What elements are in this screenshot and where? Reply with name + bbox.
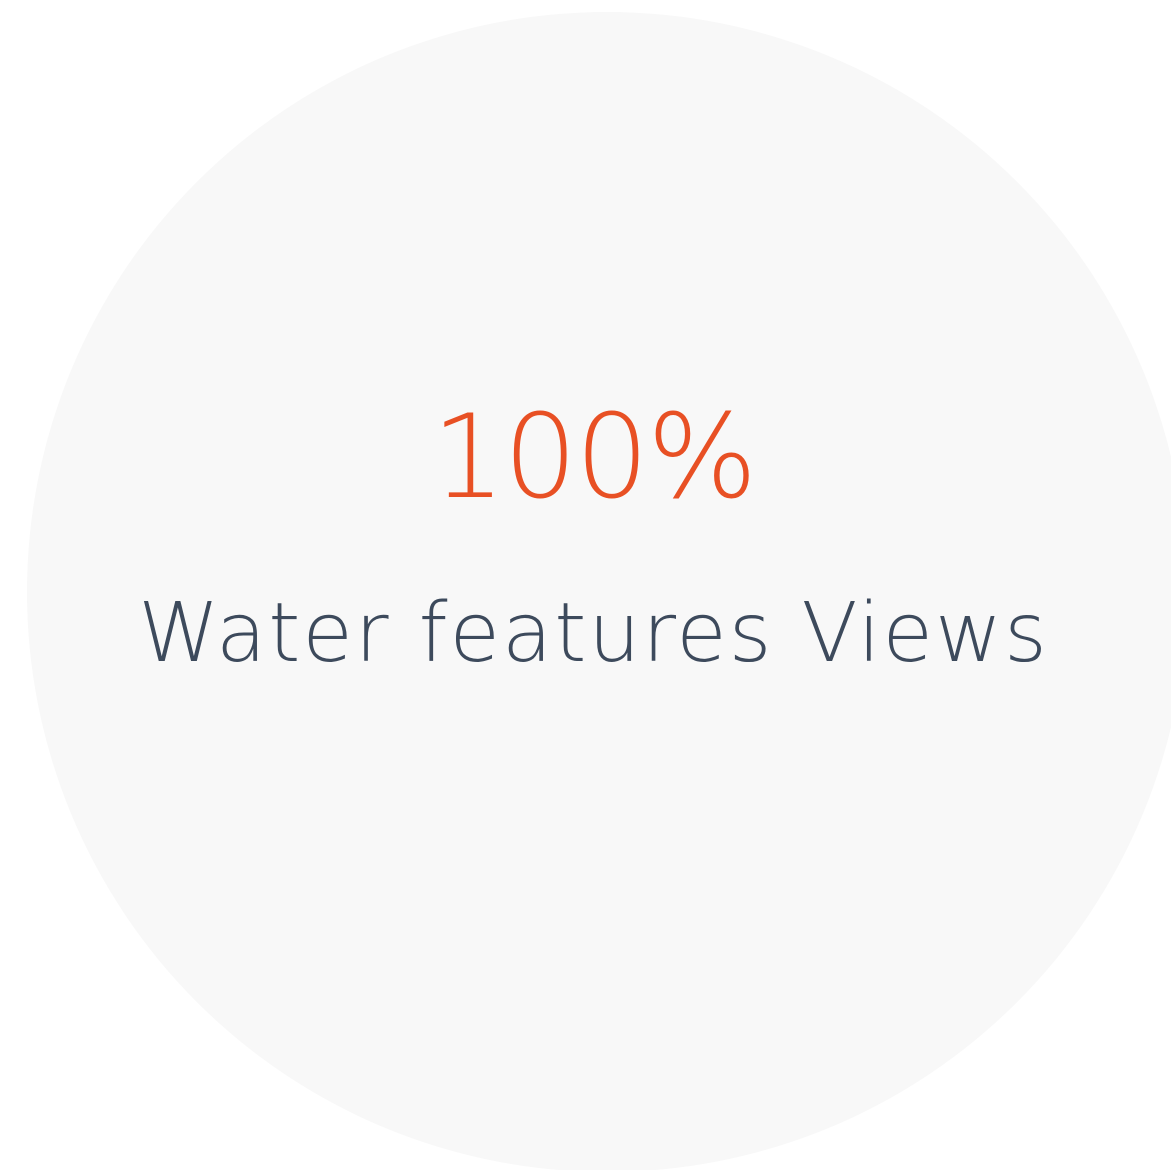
stat-label: Water features Views — [138, 586, 1049, 681]
stat-value: 100% — [431, 390, 758, 525]
